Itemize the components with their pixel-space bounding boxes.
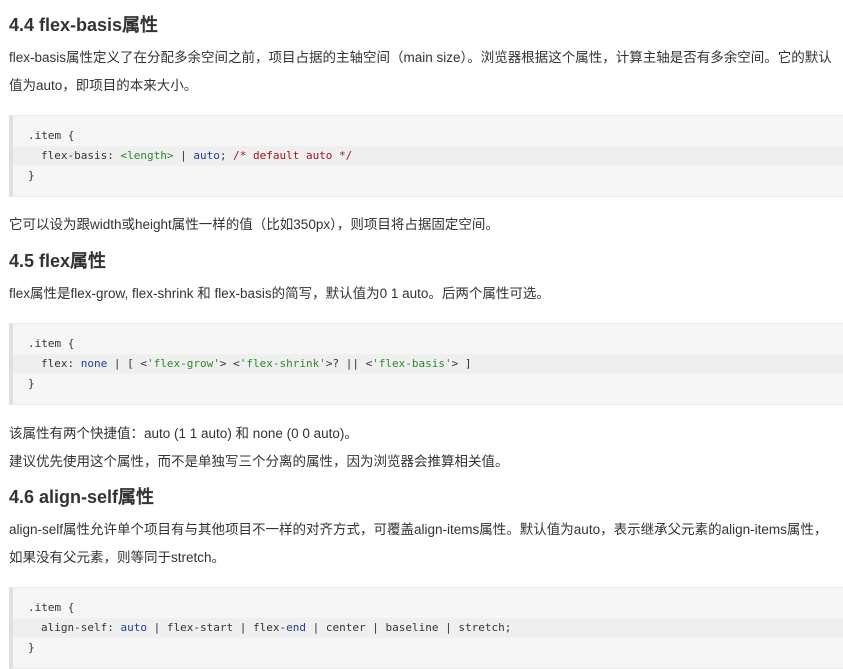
code-value-auto: auto <box>193 149 220 162</box>
code-colon: : <box>67 357 81 370</box>
code-block-flex[interactable]: .item { flex: none | [ <'flex-grow'> <'f… <box>9 323 843 405</box>
code-value-none: none <box>80 357 108 370</box>
code-line-selector: .item { <box>28 601 75 614</box>
code-value-center: center <box>325 621 366 634</box>
code-line-declaration: align-self: auto | flex-start | flex-end… <box>13 618 843 638</box>
article-content: 4.4 flex-basis属性 flex-basis属性定义了在分配多余空间之… <box>0 0 843 669</box>
code-syntax-1: | [ < <box>107 357 147 370</box>
code-comment: /* default auto */ <box>233 149 353 162</box>
code-value-flex-start: flex-start <box>166 621 234 634</box>
code-separator: | <box>173 149 194 162</box>
heading-flex-basis: 4.4 flex-basis属性 <box>9 15 159 35</box>
code-semicolon: ; <box>504 621 512 634</box>
paragraph-flex-recommendation: 建议优先使用这个属性，而不是单独写三个分离的属性，因为浏览器会推算相关值。 <box>9 454 509 469</box>
code-value-flex-end-keyword: end <box>286 621 306 634</box>
code-length-type: <length> <box>120 149 174 162</box>
code-value-flex-end-prefix: flex- <box>252 621 287 634</box>
paragraph-align-self-desc: align-self属性允许单个项目有与其他项目不一样的对齐方式，可覆盖alig… <box>9 522 828 565</box>
code-separator: | <box>305 621 326 634</box>
code-line-declaration: flex: none | [ <'flex-grow'> <'flex-shri… <box>13 354 843 374</box>
code-syntax-3: >? || < <box>325 357 373 370</box>
code-value-auto: auto <box>120 621 147 634</box>
code-flex-basis: 'flex-basis' <box>372 357 452 370</box>
code-colon: : <box>107 621 121 634</box>
code-syntax-2: > < <box>219 357 240 370</box>
paragraph-flex-desc: flex属性是flex-grow, flex-shrink 和 flex-bas… <box>9 286 550 301</box>
paragraph-flex-basis-desc: flex-basis属性定义了在分配多余空间之前，项目占据的主轴空间（main … <box>9 50 832 93</box>
code-separator: | <box>365 621 386 634</box>
code-flex-grow: 'flex-grow' <box>147 357 220 370</box>
code-line-selector: .item { <box>28 129 75 142</box>
heading-flex: 4.5 flex属性 <box>9 251 107 271</box>
code-flex-shrink: 'flex-shrink' <box>239 357 326 370</box>
code-property: flex <box>41 357 68 370</box>
code-separator: | <box>438 621 459 634</box>
code-semicolon: ; <box>219 149 234 162</box>
heading-align-self: 4.6 align-self属性 <box>9 487 155 507</box>
code-line-declaration: flex-basis: <length> | auto; /* default … <box>13 146 843 166</box>
code-property: align-self <box>41 621 108 634</box>
code-colon: : <box>107 149 121 162</box>
code-block-align-self[interactable]: .item { align-self: auto | flex-start | … <box>9 587 843 669</box>
code-block-flex-basis[interactable]: .item { flex-basis: <length> | auto; /* … <box>9 115 843 197</box>
code-value-baseline: baseline <box>385 621 439 634</box>
code-separator: | <box>146 621 167 634</box>
code-line-close: } <box>28 377 35 390</box>
code-property: flex-basis <box>41 149 108 162</box>
code-separator: | <box>233 621 253 634</box>
code-syntax-4: > ] <box>451 357 472 370</box>
paragraph-flex-shortcuts: 该属性有两个快捷值：auto (1 1 auto) 和 none (0 0 au… <box>9 426 358 441</box>
code-line-selector: .item { <box>28 337 75 350</box>
code-value-stretch: stretch <box>458 621 505 634</box>
code-line-close: } <box>28 641 35 654</box>
paragraph-flex-basis-note: 它可以设为跟width或height属性一样的值（比如350px），则项目将占据… <box>9 217 499 232</box>
code-line-close: } <box>28 169 35 182</box>
